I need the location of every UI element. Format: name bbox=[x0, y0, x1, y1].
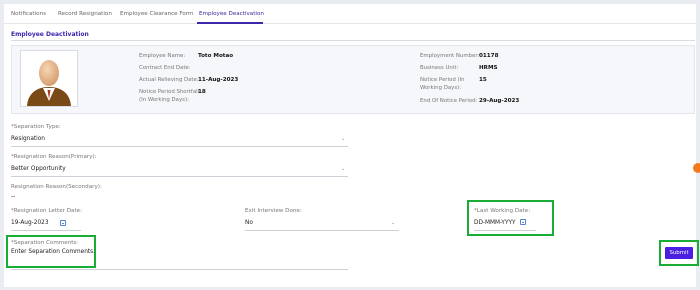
employee-info-panel: Employee Name: Toto Motao Contract End D… bbox=[11, 45, 695, 114]
exit-interview-underline bbox=[245, 230, 399, 231]
employee-name-value: Toto Motao bbox=[198, 53, 234, 59]
notice-period-label-line2: Working Days): bbox=[420, 85, 462, 91]
reason-secondary-value: -- bbox=[11, 194, 16, 200]
user-avatar-icon bbox=[27, 60, 71, 106]
last-working-date-underline bbox=[474, 230, 536, 231]
chevron-down-icon[interactable]: ⌄ bbox=[391, 220, 395, 226]
tab-employee-clearance-form[interactable]: Employee Clearance Form bbox=[120, 11, 193, 17]
notice-period-value: 15 bbox=[479, 77, 487, 83]
tab-record-resignation[interactable]: Record Resignation bbox=[58, 11, 112, 17]
separation-comments-label: *Separation Comments: bbox=[11, 240, 79, 246]
employee-name-label: Employee Name: bbox=[139, 53, 186, 59]
submit-button[interactable]: Submit bbox=[665, 247, 693, 259]
business-unit-label: Business Unit: bbox=[420, 65, 459, 71]
exit-interview-select[interactable]: No bbox=[245, 220, 253, 226]
notice-period-label-line1: Notice Period (In bbox=[420, 77, 465, 83]
tab-notifications[interactable]: Notifications bbox=[11, 11, 46, 17]
notice-shortfall-label-line2: (In Working Days): bbox=[139, 97, 189, 103]
active-tab-indicator bbox=[197, 22, 263, 24]
separation-comments-underline bbox=[11, 269, 348, 270]
reason-primary-underline bbox=[11, 176, 348, 177]
notice-shortfall-label-line1: Notice Period Shortfall bbox=[139, 89, 200, 95]
employment-number-label: Employment Number: bbox=[420, 53, 480, 59]
separation-comments-textarea[interactable]: Enter Separation Comments. bbox=[11, 249, 95, 255]
calendar-icon[interactable] bbox=[60, 220, 66, 226]
floating-help-button[interactable] bbox=[693, 163, 700, 173]
calendar-icon[interactable] bbox=[520, 219, 526, 225]
reason-primary-select[interactable]: Better Opportunity bbox=[11, 166, 66, 172]
business-unit-value: HRMS bbox=[479, 65, 498, 71]
end-of-notice-period-value: 29-Aug-2023 bbox=[479, 98, 520, 104]
reason-secondary-label: Resignation Reason(Secondary): bbox=[11, 184, 102, 190]
tab-employee-deactivation[interactable]: Employee Deactivation bbox=[199, 11, 264, 17]
chevron-down-icon[interactable]: ⌄ bbox=[341, 136, 345, 142]
letter-date-underline bbox=[11, 230, 81, 231]
last-working-date-label: *Last Working Date: bbox=[474, 208, 531, 214]
separation-type-select[interactable]: Resignation bbox=[11, 136, 45, 142]
main-card: Notifications Record Resignation Employe… bbox=[4, 4, 699, 287]
avatar bbox=[20, 50, 78, 107]
section-divider bbox=[11, 40, 695, 41]
last-working-date-input[interactable]: DD-MMM-YYYY bbox=[474, 220, 516, 226]
chevron-down-icon[interactable]: ⌄ bbox=[341, 166, 345, 172]
employment-number-value: 01178 bbox=[479, 53, 499, 59]
letter-date-label: *Resignation Letter Date: bbox=[11, 208, 82, 214]
actual-relieving-date-value: 11-Aug-2023 bbox=[198, 77, 239, 83]
letter-date-input[interactable]: 19-Aug-2023 bbox=[11, 220, 49, 226]
separation-type-label: *Separation Type: bbox=[11, 124, 61, 130]
notice-shortfall-value: 18 bbox=[198, 89, 206, 95]
end-of-notice-period-label: End Of Notice Period: bbox=[420, 98, 478, 104]
section-title: Employee Deactivation bbox=[11, 31, 89, 38]
contract-end-date-label: Contract End Date: bbox=[139, 65, 191, 71]
reason-primary-label: *Resignation Reason(Primary): bbox=[11, 154, 97, 160]
exit-interview-label: Exit Interview Done: bbox=[245, 208, 302, 214]
tab-bar: Notifications Record Resignation Employe… bbox=[4, 4, 696, 24]
separation-type-underline bbox=[11, 146, 348, 147]
actual-relieving-date-label: Actual Relieving Date: bbox=[139, 77, 199, 83]
